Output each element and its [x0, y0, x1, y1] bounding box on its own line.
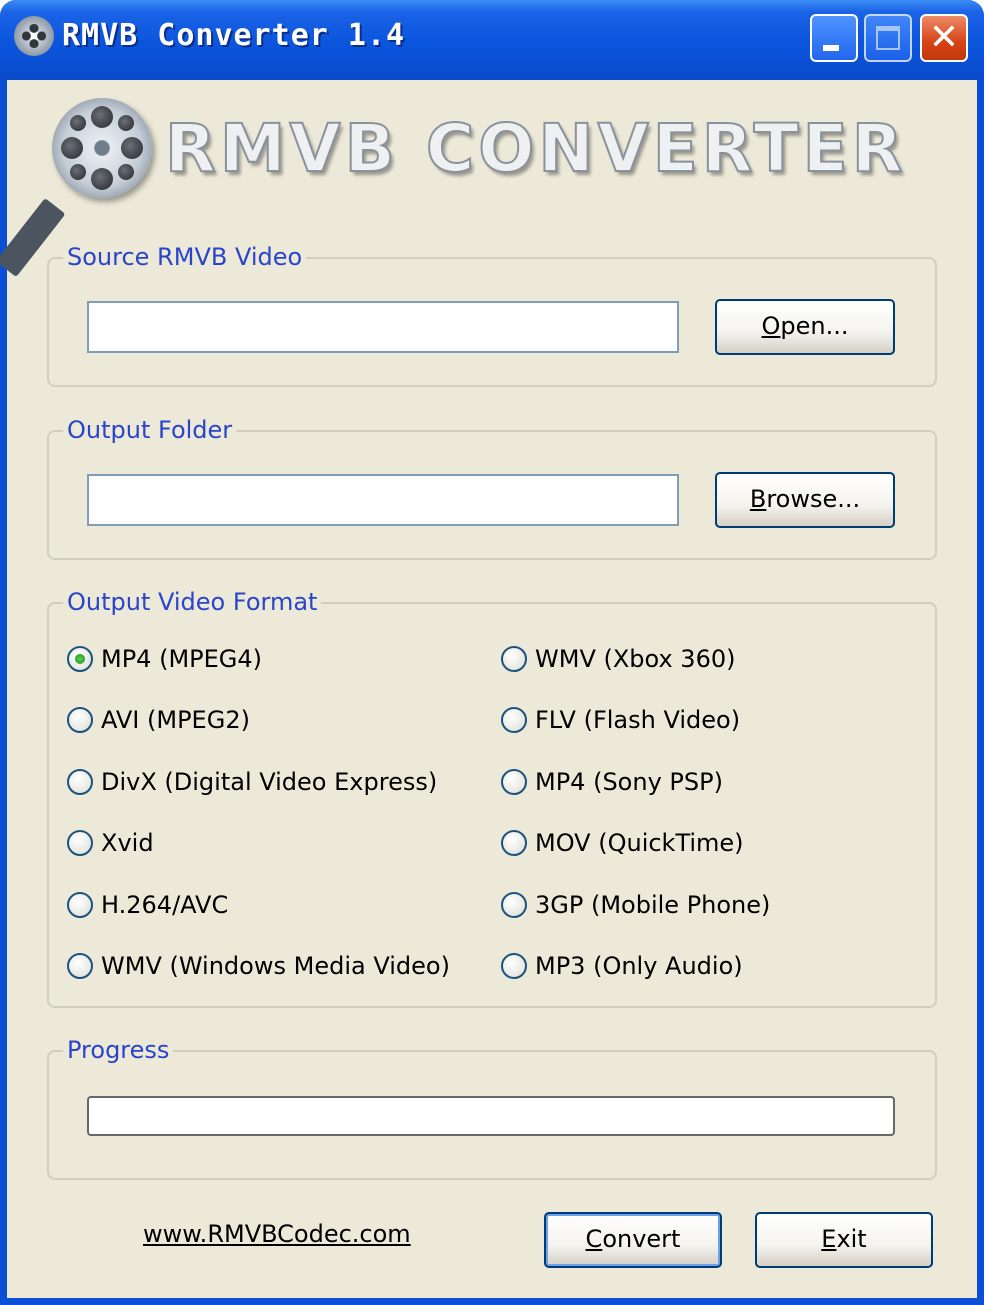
format-option-avi-mpeg2[interactable]: AVI (MPEG2): [67, 700, 250, 740]
app-window: RMVB Converter 1.4 ✕ RMVB CONVERTER Sour…: [0, 0, 984, 1305]
format-option-3gp[interactable]: 3GP (Mobile Phone): [501, 885, 770, 925]
title-bar[interactable]: RMVB Converter 1.4 ✕: [0, 0, 984, 80]
exit-button-label: xit: [836, 1225, 867, 1253]
progress-legend: Progress: [63, 1034, 174, 1066]
format-option-label: H.264/AVC: [101, 891, 229, 919]
exit-button[interactable]: Exit: [755, 1212, 933, 1268]
radio-unchecked-icon: [67, 953, 93, 979]
radio-unchecked-icon: [67, 769, 93, 795]
source-group: Source RMVB Video Open...: [47, 241, 937, 387]
output-folder-legend: Output Folder: [63, 414, 237, 446]
format-option-label: AVI (MPEG2): [101, 706, 250, 734]
progress-group: Progress: [47, 1034, 937, 1180]
format-option-label: FLV (Flash Video): [535, 706, 741, 734]
website-link[interactable]: www.RMVBCodec.com: [143, 1220, 411, 1248]
progress-bar: [87, 1096, 895, 1136]
radio-unchecked-icon: [67, 830, 93, 856]
format-option-label: MP4 (Sony PSP): [535, 768, 723, 796]
format-option-divx[interactable]: DivX (Digital Video Express): [67, 762, 437, 802]
format-option-label: WMV (Xbox 360): [535, 645, 736, 673]
logo-title: RMVB CONVERTER: [164, 109, 907, 188]
format-option-flv[interactable]: FLV (Flash Video): [501, 700, 740, 740]
close-button[interactable]: ✕: [920, 14, 968, 62]
minimize-icon: [823, 45, 839, 51]
browse-button-label: rowse...: [766, 485, 861, 513]
format-option-xvid[interactable]: Xvid: [67, 823, 154, 863]
output-format-group: Output Video Format MP4 (MPEG4) AVI (MPE…: [47, 586, 937, 1008]
format-option-label: 3GP (Mobile Phone): [535, 891, 771, 919]
minimize-button[interactable]: [810, 14, 858, 62]
output-folder-input[interactable]: [87, 474, 679, 526]
output-format-legend: Output Video Format: [63, 586, 322, 618]
radio-unchecked-icon: [501, 646, 527, 672]
radio-unchecked-icon: [501, 707, 527, 733]
format-option-label: MOV (QuickTime): [535, 829, 744, 857]
format-option-label: Xvid: [101, 829, 154, 857]
format-option-h264[interactable]: H.264/AVC: [67, 885, 228, 925]
window-title: RMVB Converter 1.4: [62, 18, 406, 53]
convert-button-label: onvert: [602, 1225, 681, 1253]
radio-unchecked-icon: [501, 892, 527, 918]
format-option-mp4-mpeg4[interactable]: MP4 (MPEG4): [67, 639, 262, 679]
radio-checked-icon: [67, 646, 93, 672]
radio-unchecked-icon: [501, 830, 527, 856]
radio-unchecked-icon: [67, 892, 93, 918]
browse-button-mnemonic: B: [749, 485, 767, 513]
maximize-button: [864, 14, 912, 62]
format-option-label: MP4 (MPEG4): [101, 645, 263, 673]
format-option-label: WMV (Windows Media Video): [101, 952, 450, 980]
format-option-wmv[interactable]: WMV (Windows Media Video): [67, 946, 450, 986]
format-option-mov[interactable]: MOV (QuickTime): [501, 823, 744, 863]
format-option-label: MP3 (Only Audio): [535, 952, 743, 980]
radio-unchecked-icon: [67, 707, 93, 733]
source-path-input[interactable]: [87, 301, 679, 353]
exit-button-mnemonic: E: [821, 1225, 837, 1253]
dialog-body: RMVB CONVERTER Source RMVB Video Open...…: [0, 80, 977, 1298]
film-reel-app-icon[interactable]: [14, 16, 54, 56]
convert-button-mnemonic: C: [585, 1225, 603, 1253]
convert-button[interactable]: Convert: [544, 1212, 722, 1268]
source-legend: Source RMVB Video: [63, 241, 307, 273]
radio-unchecked-icon: [501, 769, 527, 795]
maximize-icon: [876, 26, 900, 50]
radio-unchecked-icon: [501, 953, 527, 979]
close-icon: ✕: [928, 17, 960, 58]
film-reel-logo-icon: [52, 98, 152, 198]
format-option-mp3[interactable]: MP3 (Only Audio): [501, 946, 743, 986]
format-option-mp4-psp[interactable]: MP4 (Sony PSP): [501, 762, 723, 802]
browse-button[interactable]: Browse...: [715, 472, 895, 528]
format-option-wmv-xbox360[interactable]: WMV (Xbox 360): [501, 639, 735, 679]
output-folder-group: Output Folder Browse...: [47, 414, 937, 560]
open-button-label: pen...: [780, 312, 849, 340]
format-option-label: DivX (Digital Video Express): [101, 768, 438, 796]
open-button-mnemonic: O: [761, 312, 781, 340]
open-button[interactable]: Open...: [715, 299, 895, 355]
